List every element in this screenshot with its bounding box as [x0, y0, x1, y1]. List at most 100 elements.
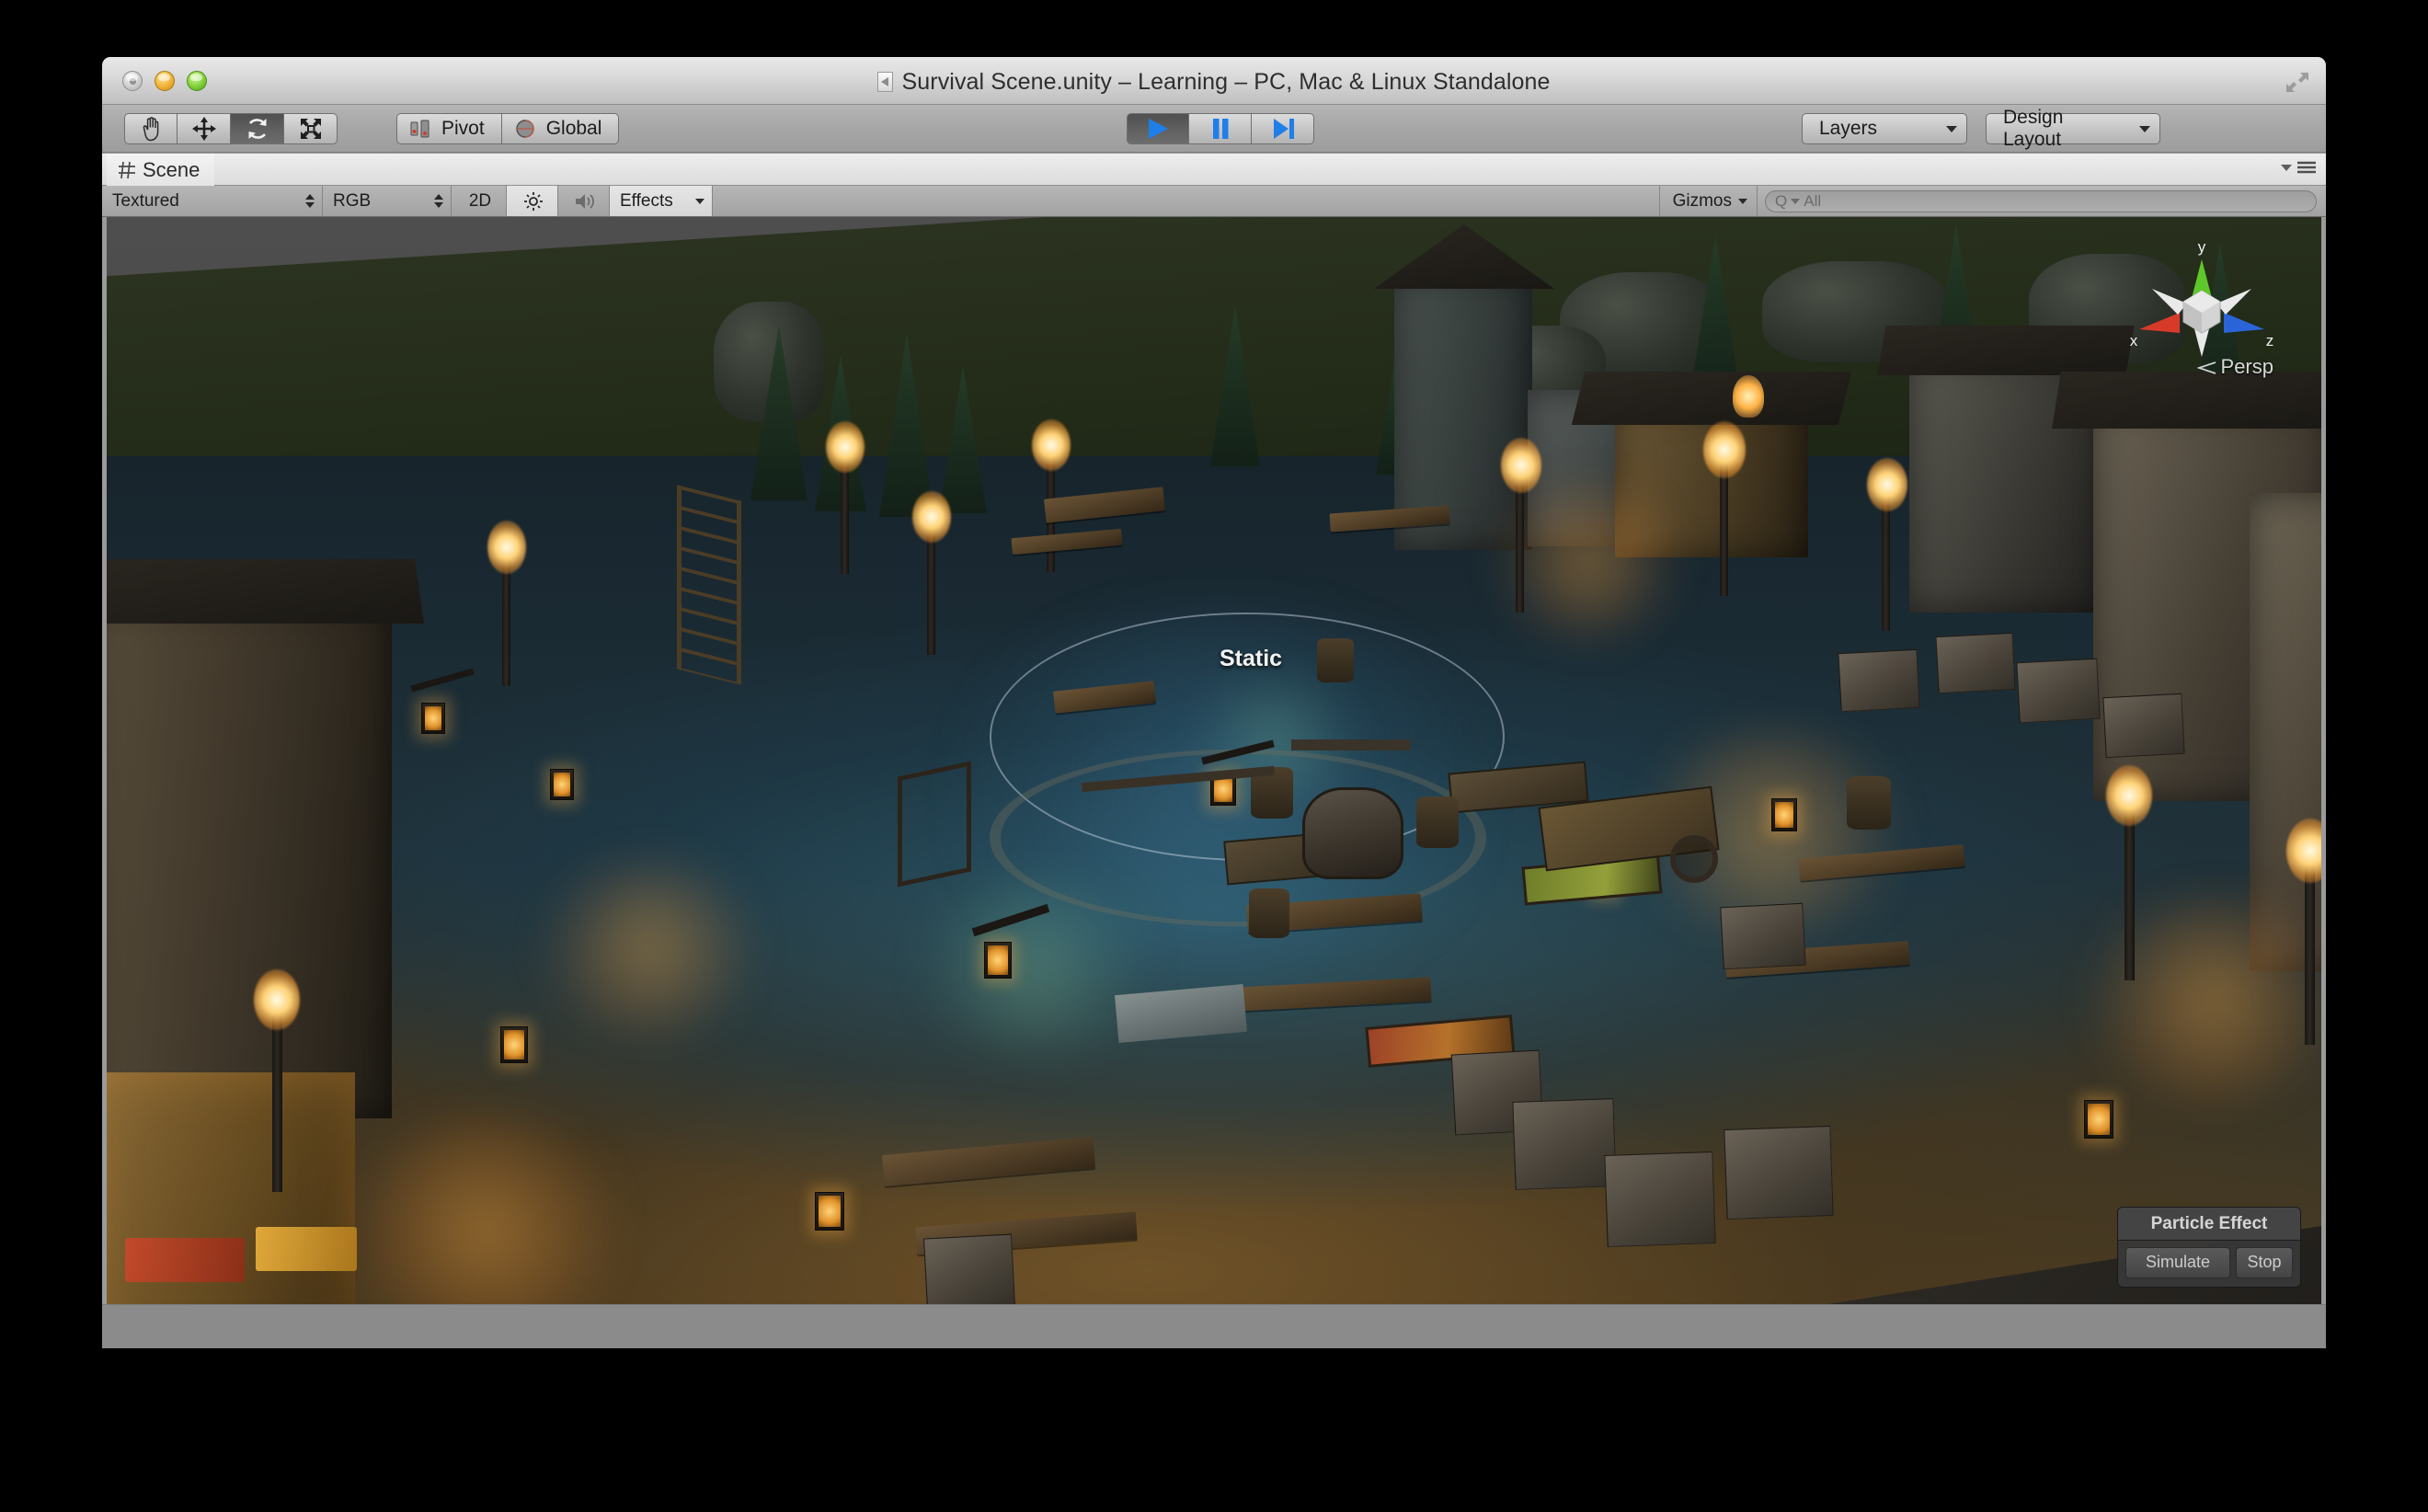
lamp-post: [502, 557, 510, 686]
hanging-lantern: [1771, 798, 1797, 831]
search-placeholder-label: All: [1804, 191, 1822, 210]
search-container: Q All: [1758, 186, 2326, 216]
effects-label: Effects: [620, 190, 673, 211]
projection-mode-label[interactable]: Persp: [2195, 355, 2273, 379]
particle-effect-buttons: Simulate Stop: [2118, 1241, 2300, 1287]
toolbar-right-group: Layers Design Layout: [1802, 107, 2160, 150]
stepper-icon: [434, 194, 443, 208]
search-input[interactable]: Q All: [1765, 189, 2317, 212]
tab-scene-label: Scene: [143, 157, 200, 181]
crate: [923, 1233, 1015, 1304]
toggle-2d-button[interactable]: 2D: [452, 186, 507, 216]
hand-icon: [143, 117, 159, 142]
page-title: Survival Scene.unity – Learning – PC, Ma…: [102, 69, 2326, 96]
window-titlebar: Survival Scene.unity – Learning – PC, Ma…: [102, 57, 2326, 105]
lamp-flame: [254, 969, 300, 1030]
torch-flame: [1733, 375, 1764, 418]
barrel: [1847, 776, 1891, 830]
expand-arrows-icon[interactable]: [2285, 72, 2309, 93]
lamp-post: [1516, 475, 1524, 613]
lamp-flame: [1867, 458, 1907, 511]
lamp-post: [1882, 493, 1890, 631]
toggle-audio-button[interactable]: [558, 186, 610, 216]
search-prefix-label: Q: [1775, 191, 1788, 210]
hamburger-icon: [2297, 161, 2316, 174]
pivot-label: Pivot: [441, 118, 485, 139]
scale-tool-button[interactable]: [284, 113, 338, 144]
layout-label: Design Layout: [2003, 107, 2064, 150]
pivot-icon: [410, 120, 429, 138]
global-mode-button[interactable]: Global: [501, 113, 620, 144]
simulate-button[interactable]: Simulate: [2125, 1247, 2230, 1278]
stall-goods-red: [125, 1238, 245, 1282]
stop-button[interactable]: Stop: [2236, 1247, 2293, 1278]
chevron-down-icon: [2281, 165, 2292, 171]
rotate-icon: [248, 119, 266, 139]
lamp-post: [2124, 806, 2135, 980]
tab-scene[interactable]: Scene: [107, 154, 215, 186]
scaffold-frame: [898, 761, 971, 888]
step-button[interactable]: [1252, 113, 1314, 144]
chevron-down-icon: [1738, 198, 1747, 204]
svg-text:x: x: [2130, 332, 2138, 349]
transform-tool-group: [124, 113, 338, 144]
scene-toolbar-right: Gizmos Q All: [1658, 186, 2326, 216]
panel-tabbar: Scene: [102, 154, 2326, 186]
selected-object-label: Static: [1220, 646, 1283, 671]
speaker-icon: [576, 193, 594, 209]
chevron-down-icon: [1791, 198, 1801, 204]
layout-dropdown[interactable]: Design Layout: [1986, 107, 2160, 150]
playback-controls: [1127, 113, 1314, 144]
barrel: [1416, 796, 1459, 848]
color-mode-dropdown[interactable]: RGB: [323, 186, 452, 216]
lamp-post: [2305, 861, 2315, 1045]
house-roof: [1571, 372, 1852, 425]
particle-effect-panel: Particle Effect Simulate Stop: [2117, 1207, 2301, 1288]
draw-mode-dropdown[interactable]: Textured: [102, 186, 323, 216]
pause-button[interactable]: [1189, 113, 1252, 144]
barrel: [1317, 638, 1354, 682]
village-house: [107, 603, 392, 1118]
lamp-flame: [826, 421, 865, 473]
lamp-post: [927, 526, 935, 655]
pivot-mode-button[interactable]: Pivot: [396, 113, 502, 144]
crate: [1724, 1126, 1834, 1220]
lamp-post: [272, 1008, 282, 1192]
hand-tool-button[interactable]: [124, 113, 178, 144]
hanging-lantern: [2084, 1100, 2113, 1139]
lamp-flame: [487, 521, 526, 574]
lamp-flame: [1032, 419, 1071, 471]
scene-view-toolbar: Textured RGB 2D Effects Gizmos Q All: [102, 186, 2326, 217]
hanging-lantern: [550, 769, 574, 800]
well: [1302, 787, 1403, 879]
step-icon: [1273, 119, 1294, 139]
unity-editor-window: Survival Scene.unity – Learning – PC, Ma…: [102, 57, 2326, 1348]
hanging-lantern: [500, 1026, 528, 1063]
svg-text:z: z: [2266, 332, 2274, 349]
effects-dropdown[interactable]: Effects: [610, 186, 713, 216]
hanging-lantern: [984, 942, 1012, 979]
main-toolbar: Pivot Global Layers Design Layout: [102, 105, 2326, 153]
scene-viewport[interactable]: y x z Persp Static Particle Effect Simul…: [107, 217, 2321, 1304]
chevron-down-icon: [2139, 125, 2150, 132]
lamp-flame: [2106, 765, 2152, 826]
play-button[interactable]: [1127, 113, 1189, 144]
layers-dropdown[interactable]: Layers: [1802, 113, 1967, 144]
crate: [1512, 1098, 1617, 1190]
scene-panel: Scene Textured RGB 2D Effects Gizmos Q A…: [102, 154, 2326, 1348]
persp-label-text: Persp: [2220, 355, 2273, 378]
move-tool-button[interactable]: [178, 113, 231, 144]
global-label: Global: [545, 118, 602, 139]
window-title-text: Survival Scene.unity – Learning – PC, Ma…: [901, 69, 1551, 95]
rotate-tool-button[interactable]: [231, 113, 284, 144]
globe-icon: [515, 120, 534, 138]
gizmos-dropdown[interactable]: Gizmos: [1658, 186, 1758, 216]
scale-icon: [300, 119, 321, 139]
mode-2d-label: 2D: [468, 190, 492, 211]
draw-mode-label: Textured: [112, 190, 179, 211]
toggle-lighting-button[interactable]: [507, 186, 558, 216]
house-roof: [1877, 326, 2135, 375]
perspective-icon: [2195, 361, 2216, 374]
panel-menu-icon[interactable]: [2280, 160, 2317, 175]
ladder: [677, 485, 741, 685]
